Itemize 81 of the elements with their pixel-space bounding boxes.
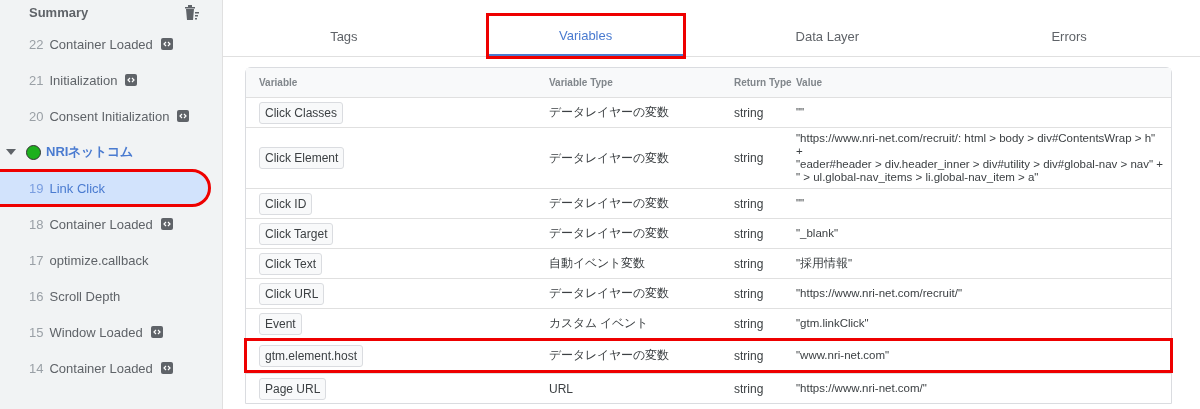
event-number: 22 [29, 36, 44, 52]
variable-type: カスタム イベント [549, 315, 650, 332]
return-type: string [734, 226, 765, 241]
variable-name: Event [259, 312, 302, 335]
variable-value: "_blank" [796, 226, 840, 241]
event-item[interactable]: 18 Container Loaded [0, 208, 208, 240]
code-icon [160, 362, 173, 374]
variable-type: データレイヤーの変数 [549, 347, 670, 364]
variable-type: URL [549, 381, 574, 396]
event-number: 18 [29, 216, 44, 232]
event-name: Container Loaded [49, 360, 153, 376]
event-name: Consent Initialization [49, 108, 170, 124]
event-number: 15 [29, 324, 44, 340]
event-number: 21 [29, 72, 44, 88]
event-number: 20 [29, 108, 44, 124]
event-item[interactable]: 19 Link Click [0, 172, 208, 204]
variable-name: Click Classes [259, 101, 343, 124]
variable-name: Click Element [259, 147, 345, 169]
variable-name: Click Text [259, 252, 323, 275]
summary-label[interactable]: Summary [29, 4, 89, 20]
return-type: string [734, 348, 765, 363]
variable-value: "www.nri-net.com" [796, 348, 891, 363]
column-header: Variable Type [549, 77, 614, 88]
variable-type: データレイヤーの変数 [549, 104, 670, 121]
variable-value: "https://www.nri-net.com/recruit/: html > body > div#ContentsWrap > h" + "eader#header > div.header_inner > div#utility > div#global-nav > nav" + " > ul.global-nav_items > li.global-nav_item > a" [796, 131, 1164, 185]
event-name: optimize.callback [49, 252, 149, 268]
code-icon [160, 38, 173, 50]
variable-value: "" [796, 196, 806, 211]
return-type: string [734, 105, 765, 120]
event-number: 17 [29, 252, 44, 268]
event-number: 16 [29, 288, 44, 304]
return-type: string [734, 316, 765, 331]
return-type: string [734, 381, 765, 396]
variable-name: Click Target [259, 222, 334, 245]
variable-type: データレイヤーの変数 [549, 225, 670, 242]
return-type: string [734, 256, 765, 271]
tab[interactable]: Data Layer [730, 16, 925, 56]
variable-name: Page URL [259, 377, 327, 400]
variable-type: データレイヤーの変数 [549, 285, 670, 302]
event-name: Container Loaded [49, 216, 153, 232]
variable-value: "gtm.linkClick" [796, 316, 870, 331]
expand-caret-icon[interactable] [6, 149, 16, 155]
tab[interactable]: Tags [247, 16, 441, 56]
code-icon [160, 218, 173, 230]
variable-type: データレイヤーの変数 [549, 149, 670, 167]
variable-value: "" [796, 105, 806, 120]
event-item[interactable]: 22 Container Loaded [0, 28, 208, 60]
event-item[interactable]: 15 Window Loaded [0, 316, 208, 348]
column-header: Variable [259, 77, 299, 88]
return-type: string [734, 151, 765, 165]
event-item[interactable]: 21 Initialization [0, 64, 208, 96]
event-name: Window Loaded [49, 324, 143, 340]
return-type: string [734, 286, 765, 301]
event-number: 19 [29, 180, 44, 196]
variable-name: Click URL [259, 282, 325, 305]
variable-value: "https://www.nri-net.com/" [796, 381, 928, 396]
variable-name: Click ID [259, 192, 313, 215]
code-icon [177, 110, 190, 122]
event-number: 14 [29, 360, 44, 376]
event-item[interactable]: 20 Consent Initialization [0, 100, 208, 132]
code-icon [125, 74, 138, 86]
event-name: Initialization [49, 72, 118, 88]
return-type: string [734, 196, 765, 211]
variable-type: 自動イベント変数 [549, 255, 646, 272]
event-item[interactable]: 17 optimize.callback [0, 244, 208, 276]
tab[interactable]: Errors [972, 16, 1166, 56]
variable-value: "採用情報" [796, 256, 854, 271]
tab[interactable]: Variables [488, 16, 683, 56]
code-icon [150, 326, 163, 338]
variable-name: gtm.element.host [259, 344, 364, 367]
column-header: Return Type [734, 77, 793, 88]
event-item[interactable]: 14 Container Loaded [0, 352, 208, 384]
event-item[interactable]: 16 Scroll Depth [0, 280, 208, 312]
column-header: Value [796, 77, 824, 88]
container-name[interactable]: NRIネットコム [46, 143, 134, 161]
event-name: Link Click [49, 180, 106, 196]
event-name: Scroll Depth [49, 288, 121, 304]
event-name: Container Loaded [49, 36, 153, 52]
clear-list-icon[interactable] [182, 3, 200, 21]
variable-type: データレイヤーの変数 [549, 195, 670, 212]
variable-value: "https://www.nri-net.com/recruit/" [796, 286, 963, 301]
